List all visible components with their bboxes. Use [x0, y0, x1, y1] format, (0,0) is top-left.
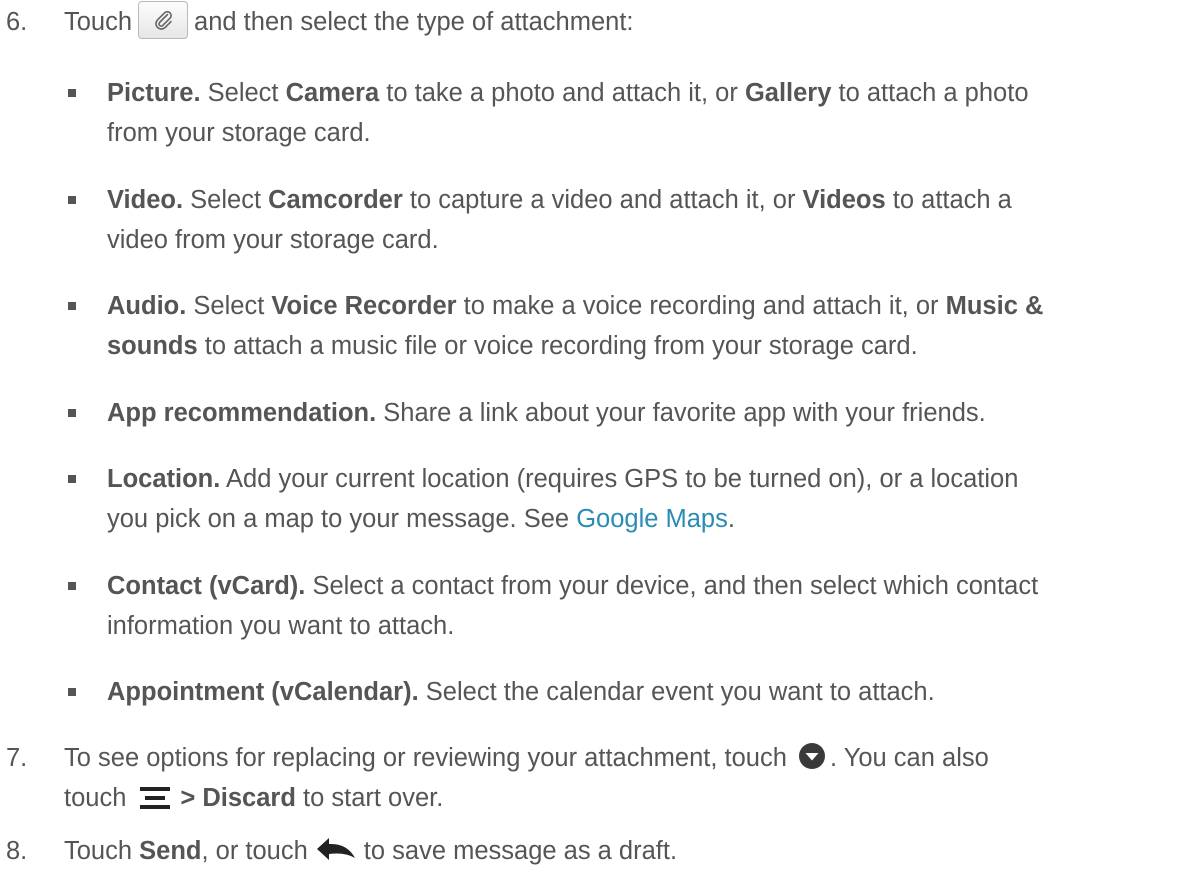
bullet-bold: Music & — [945, 292, 1044, 320]
step-7-text: To see options for replacing or reviewin… — [64, 744, 787, 772]
bullet-text: information you want to attach. — [107, 612, 455, 640]
bullet-bold: Camcorder — [268, 186, 403, 214]
bullet-square-icon — [68, 475, 76, 483]
bullet-text: to attach a music file or voice recordin… — [204, 332, 918, 360]
bullet-bold: Voice Recorder — [271, 292, 457, 320]
step-number: 7. — [6, 744, 28, 772]
bullet-square-icon — [68, 89, 76, 97]
bullet-text: to attach a photo — [838, 79, 1029, 107]
bullet-text: Select — [190, 186, 262, 214]
step-8-text: to save message as a draft. — [363, 837, 678, 865]
step-number: 6. — [6, 8, 28, 36]
bullet-term: Appointment (vCalendar). — [107, 678, 419, 706]
bullet-text: Share a link about your favorite app wit… — [383, 399, 986, 427]
step-7-text: to start over. — [303, 784, 444, 812]
bullet-term: Picture. — [107, 79, 201, 107]
step-8-text: Touch — [64, 837, 133, 865]
bullet-text: to attach a — [892, 186, 1012, 214]
bullet-text: Select — [193, 292, 265, 320]
step-text: Touch Send, or touch to save message as a… — [64, 831, 1174, 871]
bullet-bold: sounds — [107, 332, 198, 360]
google-maps-link[interactable]: Google Maps — [576, 505, 728, 533]
step-7-text: . You can also — [829, 744, 989, 772]
step-8-text: , or touch — [201, 837, 308, 865]
menu-icon — [140, 783, 171, 810]
discard-bold: > Discard — [180, 784, 296, 812]
step-text: Touch and then select the type of attachm… — [64, 1, 1174, 42]
bullet-text: . — [727, 505, 735, 533]
bullet-square-icon — [68, 688, 76, 696]
bullet-square-icon — [68, 302, 76, 310]
step-6-text-after: and then select the type of attachment: — [194, 8, 634, 36]
bullet-text: to capture a video and attach it, or — [409, 186, 796, 214]
bullet-term: App recommendation. — [107, 399, 377, 427]
bullet-square-icon — [68, 409, 76, 417]
send-bold: Send — [139, 837, 202, 865]
bullet-text: you pick on a map to your message. See — [107, 505, 570, 533]
bullet-text: Select a contact from your device, and t… — [312, 572, 1039, 600]
bullet-term: Video. — [107, 186, 184, 214]
bullet-text: video from your storage card. — [107, 226, 439, 254]
bullet-term: Location. — [107, 465, 221, 493]
bullet-text: Select — [207, 79, 279, 107]
step-text: To see options for replacing or reviewin… — [64, 738, 1174, 818]
bullet-square-icon — [68, 582, 76, 590]
bullet-text: from your storage card. — [107, 119, 371, 147]
circle-down-arrow-icon — [798, 742, 826, 770]
step-7-text: touch — [64, 784, 127, 812]
bullet-text: to make a voice recording and attach it,… — [463, 292, 939, 320]
bullet-term: Audio. — [107, 292, 187, 320]
bullet-text: Add your current location (requires GPS … — [226, 465, 1019, 493]
step-number: 8. — [6, 837, 28, 865]
bullet-bold: Gallery — [744, 79, 832, 107]
bullet-bold: Videos — [802, 186, 886, 214]
bullet-bold: Camera — [285, 79, 380, 107]
bullet-square-icon — [68, 196, 76, 204]
paperclip-icon — [138, 1, 189, 40]
bullet-term: Contact (vCard). — [107, 572, 306, 600]
step-6-text-before: Touch — [64, 8, 133, 36]
back-arrow-icon — [314, 834, 358, 864]
bullet-text: to take a photo and attach it, or — [386, 79, 738, 107]
bullet-text: Select the calendar event you want to at… — [425, 678, 935, 706]
